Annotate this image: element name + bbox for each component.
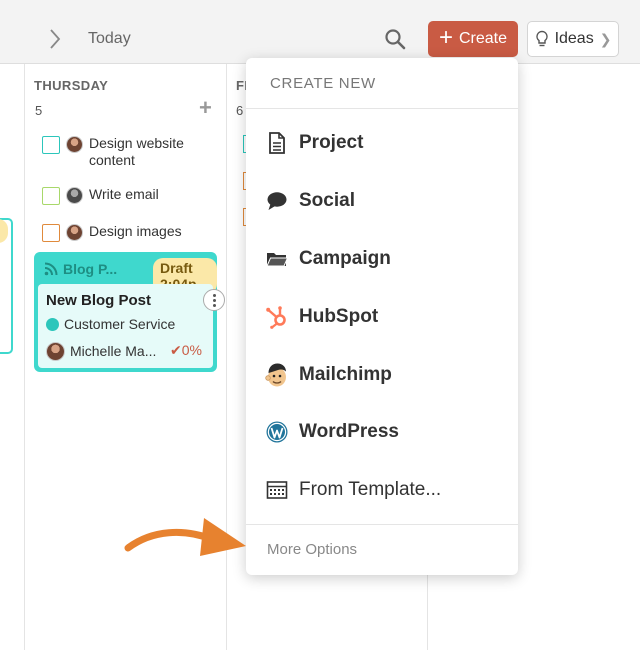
ideas-button[interactable]: Ideas ❯ <box>527 21 619 57</box>
task-checkbox[interactable] <box>42 224 60 242</box>
chevron-right-icon: ❯ <box>599 30 612 47</box>
avatar <box>46 342 65 361</box>
create-button[interactable]: + Create <box>428 21 518 57</box>
menu-item-campaign[interactable]: Campaign <box>264 239 500 279</box>
menu-item-project[interactable]: Project <box>264 123 500 163</box>
menu-item-wordpress[interactable]: WordPress <box>264 412 500 452</box>
avatar <box>66 224 83 241</box>
plus-icon: + <box>438 24 453 51</box>
column-divider <box>226 64 227 650</box>
card-title: New Blog Post <box>46 292 152 309</box>
create-new-menu: CREATE NEW Project Social Campaign HubSp… <box>246 58 518 575</box>
menu-item-label: Social <box>299 190 355 211</box>
menu-divider <box>246 524 518 525</box>
mailchimp-icon <box>264 363 289 388</box>
rss-icon <box>44 262 58 276</box>
menu-item-mailchimp[interactable]: Mailchimp <box>264 355 500 395</box>
card-body: New Blog Post Customer Service Michelle … <box>38 284 213 368</box>
lightbulb-icon <box>535 30 548 47</box>
menu-item-label: WordPress <box>299 421 399 442</box>
task-checkbox[interactable] <box>42 187 60 205</box>
menu-item-social[interactable]: Social <box>264 181 500 221</box>
document-icon <box>264 131 289 156</box>
top-toolbar: Today + Create Ideas ❯ <box>0 0 640 64</box>
task-item[interactable]: Design website content <box>42 135 184 169</box>
task-label: Write email <box>89 186 159 202</box>
menu-item-label: Project <box>299 132 364 153</box>
menu-divider <box>246 108 518 109</box>
folder-icon <box>264 247 289 272</box>
task-label: content <box>89 152 135 168</box>
task-item[interactable]: Design images <box>42 223 182 242</box>
day-number-friday: 6 <box>236 103 244 118</box>
create-button-label: Create <box>458 30 508 47</box>
card-type-label: Blog P... <box>63 261 118 277</box>
menu-item-label: Mailchimp <box>299 364 392 385</box>
more-options-link[interactable]: More Options <box>267 541 357 558</box>
avatar <box>66 136 83 153</box>
chevron-right-icon[interactable] <box>44 26 66 52</box>
today-button[interactable]: Today <box>88 30 131 48</box>
card-owner: Michelle Ma... <box>70 343 157 359</box>
client-color-dot <box>46 317 59 331</box>
checkmark-icon: ✔ <box>170 342 182 358</box>
wordpress-icon <box>264 420 289 445</box>
annotation-arrow-icon <box>124 518 246 556</box>
blog-post-card[interactable]: Blog P... Draft 2:04p New Blog Post Cust… <box>34 252 217 372</box>
add-item-button[interactable]: + <box>199 97 212 119</box>
menu-item-label: From Template... <box>299 479 442 500</box>
menu-item-label: HubSpot <box>299 306 379 327</box>
day-name-thursday: THURSDAY <box>34 78 109 93</box>
menu-header: CREATE NEW <box>270 75 376 92</box>
search-icon[interactable] <box>384 28 406 50</box>
task-label: Design images <box>89 223 182 239</box>
task-label: Design website <box>89 135 184 151</box>
hubspot-icon <box>264 305 289 330</box>
day-number-thursday: 5 <box>35 103 43 118</box>
ideas-button-label: Ideas <box>554 30 594 47</box>
more-options-icon[interactable] <box>203 289 225 311</box>
menu-item-label: Campaign <box>299 248 391 269</box>
menu-item-from-template[interactable]: From Template... <box>264 470 500 510</box>
avatar <box>66 187 83 204</box>
column-divider <box>24 64 25 650</box>
card-client: Customer Service <box>64 316 176 332</box>
task-item[interactable]: Write email <box>42 186 159 205</box>
speech-bubble-icon <box>264 189 289 214</box>
template-icon <box>264 478 289 503</box>
task-checkbox[interactable] <box>42 136 60 154</box>
card-progress: 0% <box>181 342 202 358</box>
menu-item-hubspot[interactable]: HubSpot <box>264 297 500 337</box>
